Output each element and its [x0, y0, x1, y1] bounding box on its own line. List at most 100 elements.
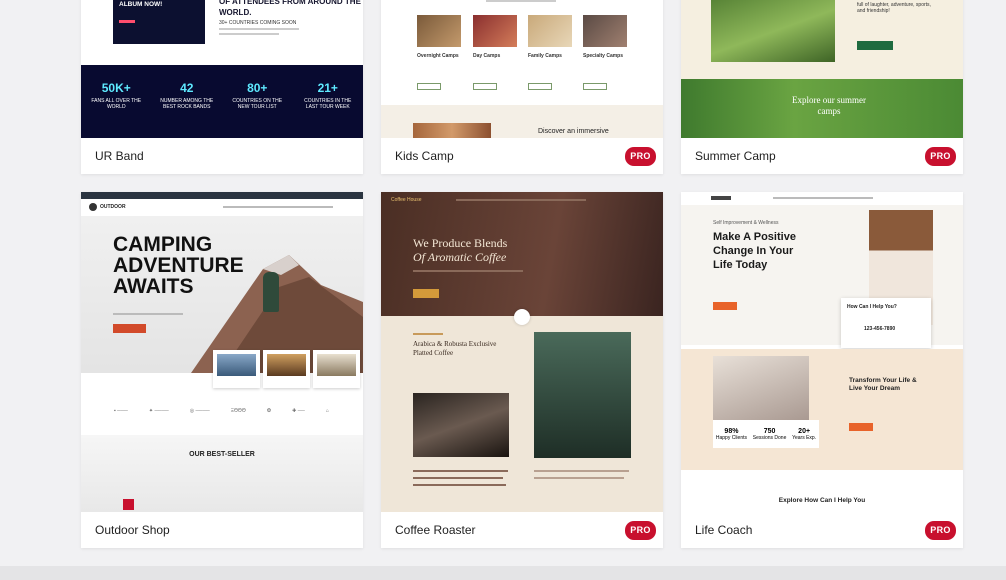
- hero-line: Of Aromatic Coffee: [413, 250, 507, 264]
- hero-line: AWAITS: [113, 275, 194, 298]
- site-logo: OUTDOOR: [100, 204, 126, 210]
- hero-line: CAMPING: [113, 233, 213, 256]
- card-caption: Coffee Roaster PRO: [381, 512, 663, 548]
- stat-item: 80+ COUNTRIES ON THE NEW TOUR LIST: [230, 81, 285, 138]
- template-name[interactable]: Coffee Roaster: [395, 523, 476, 537]
- stat-item: 750 Sessions Done: [753, 428, 787, 441]
- brand-logo: ◎ ────: [189, 408, 210, 414]
- camp-label: Day Camps: [473, 53, 501, 59]
- hero-heading: We Produce Blends Of Aromatic Coffee: [413, 236, 507, 264]
- card-caption: Kids Camp PRO: [381, 138, 663, 174]
- hero-heading: Make A Positive Change In Your Life Toda…: [713, 231, 796, 271]
- hero-line: We Produce Blends: [413, 236, 508, 250]
- product-tile: [313, 350, 360, 388]
- product-tile: [263, 350, 310, 388]
- camp-image: [473, 15, 517, 47]
- camp-label: Family Camps: [528, 53, 562, 59]
- brand-logo: ✚ ──: [292, 408, 305, 414]
- help-title: How Can I Help You?: [847, 304, 897, 310]
- section-heading: Arabica & Robusta Exclusive Platted Coff…: [413, 340, 497, 357]
- stat-item: 42 NUMBER AMONG THE BEST ROCK BANDS: [159, 81, 214, 138]
- stat-value: 21+: [317, 81, 338, 95]
- template-card-kids-camp[interactable]: Overnight Camps Day Camps Family Camps S…: [381, 0, 663, 174]
- template-preview[interactable]: GET OUR NEW ALBUM NOW! OF ATTENDEES FROM…: [81, 0, 363, 138]
- hero-line: ADVENTURE: [113, 254, 244, 277]
- help-card: How Can I Help You? 123-456-7890: [841, 298, 931, 348]
- stat-value: 80+: [247, 81, 268, 95]
- camp-image: [528, 15, 572, 47]
- template-name[interactable]: Summer Camp: [695, 149, 776, 163]
- template-name[interactable]: Life Coach: [695, 523, 752, 537]
- pro-badge: PRO: [925, 520, 956, 540]
- template-name[interactable]: UR Band: [95, 149, 144, 163]
- brand-logo: ΞΘΘΘ: [230, 408, 246, 414]
- template-preview[interactable]: full of laughter, adventure, sports, and…: [681, 0, 963, 138]
- chemex-photo: [534, 332, 631, 458]
- pro-badge: PRO: [625, 146, 656, 166]
- pro-badge: PRO: [625, 520, 656, 540]
- stat-label: Years Exp.: [792, 434, 817, 441]
- template-card-summer-camp[interactable]: full of laughter, adventure, sports, and…: [681, 0, 963, 174]
- template-card-coffee-roaster[interactable]: Coffee House We Produce Blends Of Aromat…: [381, 192, 663, 548]
- explore-heading: Explore our summer camps: [792, 95, 866, 116]
- stat-item: 50K+ FANS ALL OVER THE WORLD: [89, 81, 144, 138]
- product-tile: [213, 350, 260, 388]
- template-preview[interactable]: OUTDOOR CAMPING ADVENTURE AWAITS ▪ ─── ✦ …: [81, 192, 363, 512]
- hero-heading: CAMPING ADVENTURE AWAITS: [113, 234, 244, 297]
- brand-logo: ⌂: [325, 408, 329, 414]
- hero-photo: [711, 0, 835, 62]
- page-footer-strip: [0, 566, 1006, 580]
- camp-photo: [413, 123, 491, 138]
- transform-heading: Transform Your Life & Live Your Dream: [849, 377, 917, 392]
- brand-logos: ▪ ─── ✦ ──── ◎ ──── ΞΘΘΘ ❂ ✚ ── ⌂: [114, 408, 329, 414]
- template-card-outdoor-shop[interactable]: OUTDOOR CAMPING ADVENTURE AWAITS ▪ ─── ✦ …: [81, 192, 363, 548]
- promo-text: GET OUR NEW ALBUM NOW!: [119, 0, 166, 8]
- template-preview[interactable]: Self Improvement & Wellness Make A Posit…: [681, 192, 963, 512]
- section-heading: OUR BEST-SELLER: [189, 451, 255, 458]
- template-card-life-coach[interactable]: Self Improvement & Wellness Make A Posit…: [681, 192, 963, 548]
- stat-label: COUNTRIES IN THE LAST TOUR WEEK: [304, 98, 352, 110]
- stat-value: 750: [763, 427, 776, 435]
- brand-logo: ▪ ───: [114, 408, 128, 414]
- template-preview[interactable]: Overnight Camps Day Camps Family Camps S…: [381, 0, 663, 138]
- camp-label: Overnight Camps: [417, 53, 459, 59]
- stat-label: NUMBER AMONG THE BEST ROCK BANDS: [160, 98, 214, 110]
- subline: 30+ COUNTRIES COMING SOON: [219, 20, 297, 26]
- session-photo: [713, 356, 809, 422]
- template-name[interactable]: Outdoor Shop: [95, 523, 170, 537]
- hero-blurb: full of laughter, adventure, sports, and…: [857, 2, 931, 14]
- stat-value: 50K+: [101, 81, 131, 95]
- brand-logo: ✦ ────: [148, 408, 169, 414]
- headline: OF ATTENDEES FROM AROUND THE WORLD.: [219, 0, 361, 17]
- site-brand: Coffee House: [391, 197, 422, 203]
- stat-item: 21+ COUNTRIES IN THE LAST TOUR WEEK: [300, 81, 355, 138]
- camp-image: [417, 15, 461, 47]
- card-caption: Outdoor Shop: [81, 512, 363, 548]
- template-name[interactable]: Kids Camp: [395, 149, 454, 163]
- stat-label: Happy Clients: [715, 434, 747, 441]
- camp-image: [583, 15, 627, 47]
- espresso-photo: [413, 393, 509, 457]
- stat-label: COUNTRIES ON THE NEW TOUR LIST: [232, 98, 283, 110]
- card-caption: Life Coach PRO: [681, 512, 963, 548]
- discover-heading: Discover an immersive: [538, 128, 609, 135]
- hero-tag: Self Improvement & Wellness: [713, 220, 779, 226]
- shop-icon: [123, 499, 134, 510]
- stat-item: 98% Happy Clients: [716, 428, 747, 441]
- hiker: [263, 272, 279, 312]
- stat-value: 98%: [724, 427, 739, 435]
- stat-item: 20+ Years Exp.: [792, 428, 816, 441]
- template-card-ur-band[interactable]: GET OUR NEW ALBUM NOW! OF ATTENDEES FROM…: [81, 0, 363, 174]
- stats-band: 50K+ FANS ALL OVER THE WORLD 42 NUMBER AMO…: [81, 65, 363, 138]
- stat-label: Sessions Done: [752, 434, 787, 441]
- stats-card: 98% Happy Clients 750 Sessions Done 20+ Yea…: [713, 420, 819, 448]
- brand-logo: ❂: [266, 408, 272, 414]
- explore-heading: Explore How Can I Help You: [778, 497, 866, 504]
- stat-value: 20+: [798, 427, 811, 435]
- help-phone: 123-456-7890: [864, 326, 896, 332]
- card-caption: UR Band: [81, 138, 363, 174]
- stat-value: 42: [180, 81, 194, 95]
- scroll-indicator[interactable]: [514, 309, 530, 325]
- card-caption: Summer Camp PRO: [681, 138, 963, 174]
- template-preview[interactable]: Coffee House We Produce Blends Of Aromat…: [381, 192, 663, 512]
